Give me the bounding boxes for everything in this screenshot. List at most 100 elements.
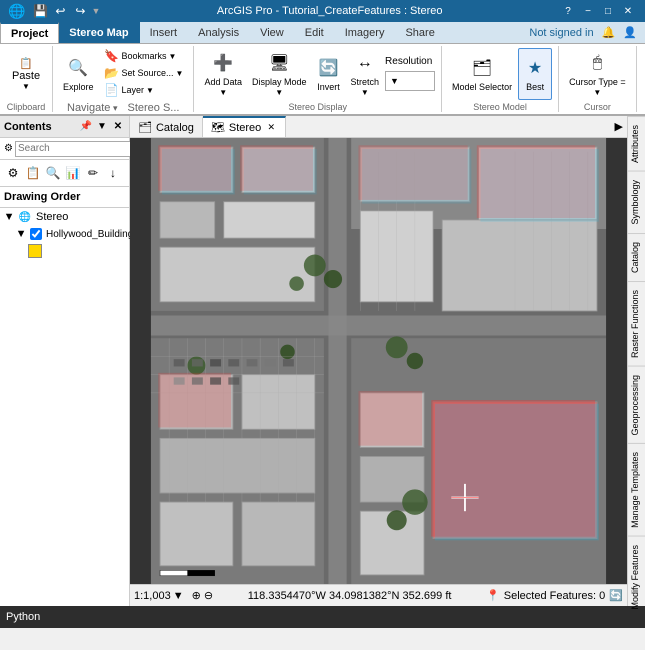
map-area[interactable] <box>130 138 627 584</box>
sidebar-tab-geoprocessing[interactable]: Geoprocessing <box>628 366 645 444</box>
navigate-content: 🔍 Explore 🔖 Bookmarks ▼ 📂 Set Source... … <box>59 48 187 100</box>
panel-close-icon[interactable]: ✕ <box>111 120 125 134</box>
clipboard-label: Clipboard <box>7 102 46 112</box>
browse-icon[interactable]: 🔍 <box>44 164 62 182</box>
invert-button[interactable]: 🔄 Invert <box>313 48 345 100</box>
display-mode-arrow[interactable]: ▼ <box>275 88 283 97</box>
layer-globe-icon: 🌐 <box>18 210 32 224</box>
not-signed-in[interactable]: Not signed in <box>529 27 593 39</box>
navigate-group: 🔍 Explore 🔖 Bookmarks ▼ 📂 Set Source... … <box>53 46 194 112</box>
app-icon: 🌐 <box>8 3 25 20</box>
dropdown-arrow[interactable]: ▼ <box>91 6 100 16</box>
edit-icon[interactable]: ✏ <box>84 164 102 182</box>
drawing-order-label: Drawing Order <box>0 187 129 208</box>
tab-stereo-map[interactable]: Stereo Map <box>59 22 139 43</box>
close-button[interactable]: ✕ <box>619 2 637 20</box>
nav-icons[interactable]: ⊕ ⊖ <box>192 589 214 602</box>
resolution-input[interactable]: ▼ <box>385 71 435 91</box>
su-group: ℹ Inquiry Su... <box>637 46 645 112</box>
panel-header-icons: 📌 ▼ ✕ <box>79 120 125 134</box>
clipboard-group-content: 📋 Paste ▼ <box>6 48 46 100</box>
panel-menu-icon[interactable]: ▼ <box>95 120 109 134</box>
table-icon[interactable]: 📋 <box>24 164 42 182</box>
status-bar: 1:1,003 ▼ ⊕ ⊖ 118.3354470°W 34.0981382°N… <box>130 584 627 606</box>
sidebar-tab-raster[interactable]: Raster Functions <box>628 281 645 366</box>
stretch-button[interactable]: ↔ Stretch ▼ <box>347 48 384 100</box>
status-right: 📍 Selected Features: 0 🔄 <box>486 589 623 602</box>
map-scroll-right[interactable]: ▶ <box>611 116 627 137</box>
paste-button[interactable]: 📋 Paste ▼ <box>6 48 46 100</box>
cursor-type-button[interactable]: 🖱 Cursor Type = ▼ <box>565 48 630 100</box>
resolution-dropdown[interactable]: ▼ <box>390 76 399 86</box>
save-icon[interactable]: 💾 <box>31 2 49 20</box>
sidebar-tab-attributes[interactable]: Attributes <box>628 116 645 171</box>
main-area: Contents 📌 ▼ ✕ ⚙ 🔍 ⚙ 📋 🔍 📊 ✏ ↓ Drawing O… <box>0 116 645 606</box>
layer-label: Layer <box>122 85 145 95</box>
scale-arrow[interactable]: ▼ <box>173 590 184 602</box>
bell-icon[interactable]: 🔔 <box>602 26 616 39</box>
layer-color-swatch <box>28 244 42 258</box>
maximize-button[interactable]: □ <box>599 2 617 20</box>
catalog-icon: 🗂 <box>138 121 152 134</box>
chart-icon[interactable]: 📊 <box>64 164 82 182</box>
scale-selector[interactable]: 1:1,003 ▼ <box>134 590 184 602</box>
layer-checkbox-buildings[interactable] <box>30 228 42 240</box>
add-data-arrow[interactable]: ▼ <box>219 88 227 97</box>
cursor-arrow[interactable]: ▼ <box>593 88 601 97</box>
layer-arrow: ▼ <box>146 86 154 95</box>
stretch-arrow[interactable]: ▼ <box>361 88 369 97</box>
contents-panel: Contents 📌 ▼ ✕ ⚙ 🔍 ⚙ 📋 🔍 📊 ✏ ↓ Drawing O… <box>0 116 130 606</box>
sidebar-tab-templates[interactable]: Manage Templates <box>628 443 645 536</box>
best-button[interactable]: ★ Best <box>518 48 552 100</box>
contents-title: Contents <box>4 121 52 133</box>
help-button[interactable]: ? <box>559 2 577 20</box>
bookmarks-button[interactable]: 🔖 Bookmarks ▼ <box>100 48 188 64</box>
set-source-button[interactable]: 📂 Set Source... ▼ <box>100 65 188 81</box>
tab-project[interactable]: Project <box>0 22 59 43</box>
tab-view[interactable]: View <box>250 22 295 43</box>
python-label: Python <box>6 611 40 623</box>
paste-label: Paste <box>12 70 40 82</box>
tab-insert[interactable]: Insert <box>140 22 189 43</box>
tab-share[interactable]: Share <box>395 22 445 43</box>
layer-expand-buildings[interactable]: ▼ <box>16 228 26 240</box>
ribbon: 📋 Paste ▼ Clipboard 🔍 Explore 🔖 Bookmark… <box>0 44 645 116</box>
tab-imagery[interactable]: Imagery <box>335 22 396 43</box>
map-tab-stereo[interactable]: 🗺 Stereo ✕ <box>203 116 286 137</box>
sidebar-tab-catalog[interactable]: Catalog <box>628 233 645 281</box>
tab-edit[interactable]: Edit <box>295 22 335 43</box>
pin-icon[interactable]: 📌 <box>79 120 93 134</box>
sidebar-tab-symbology[interactable]: Symbology <box>628 171 645 233</box>
layer-expand-stereo[interactable]: ▼ <box>4 211 14 223</box>
navigate-expand[interactable]: ▾ <box>113 103 118 113</box>
paste-dropdown[interactable]: ▼ <box>22 82 30 91</box>
display-mode-button[interactable]: 🖥 Display Mode ▼ <box>248 48 311 100</box>
refresh-icon[interactable]: 🔄 <box>609 589 623 602</box>
layer-button[interactable]: 📄 Layer ▼ <box>100 82 188 98</box>
set-source-icon: 📂 <box>104 65 120 81</box>
stretch-label: Stretch <box>351 77 380 88</box>
minimize-button[interactable]: − <box>579 2 597 20</box>
layer-item-stereo[interactable]: ▼ 🌐 Stereo <box>0 208 129 226</box>
explore-button[interactable]: 🔍 Explore <box>59 48 98 100</box>
layer-item-buildings[interactable]: ▼ Hollywood_Buildings_C... <box>0 226 129 242</box>
tabs-spacer <box>446 22 522 43</box>
clipboard-group: 📋 Paste ▼ Clipboard <box>0 46 53 112</box>
stereo-map-icon: 🗺 <box>211 121 225 134</box>
arrow-icon[interactable]: ↓ <box>104 164 122 182</box>
person-icon[interactable]: 👤 <box>623 26 637 39</box>
stereo-map-svg <box>130 138 627 584</box>
scale-value: 1:1,003 <box>134 590 171 602</box>
sidebar-tab-modify[interactable]: Modify Features <box>628 536 645 618</box>
filter-icon[interactable]: ⚙ <box>4 164 22 182</box>
model-selector-button[interactable]: 🗂 Model Selector <box>448 48 516 100</box>
add-data-button[interactable]: ➕ Add Data ▼ <box>200 48 246 100</box>
bookmarks-label: Bookmarks <box>122 51 167 61</box>
tab-analysis[interactable]: Analysis <box>188 22 250 43</box>
stereo-tab-close[interactable]: ✕ <box>265 122 277 134</box>
ribbon-tabs: Project Stereo Map Insert Analysis View … <box>0 22 645 44</box>
redo-icon[interactable]: ↪ <box>71 2 89 20</box>
undo-icon[interactable]: ↩ <box>51 2 69 20</box>
map-tab-catalog[interactable]: 🗂 Catalog <box>130 116 203 137</box>
catalog-label: Catalog <box>156 122 194 134</box>
